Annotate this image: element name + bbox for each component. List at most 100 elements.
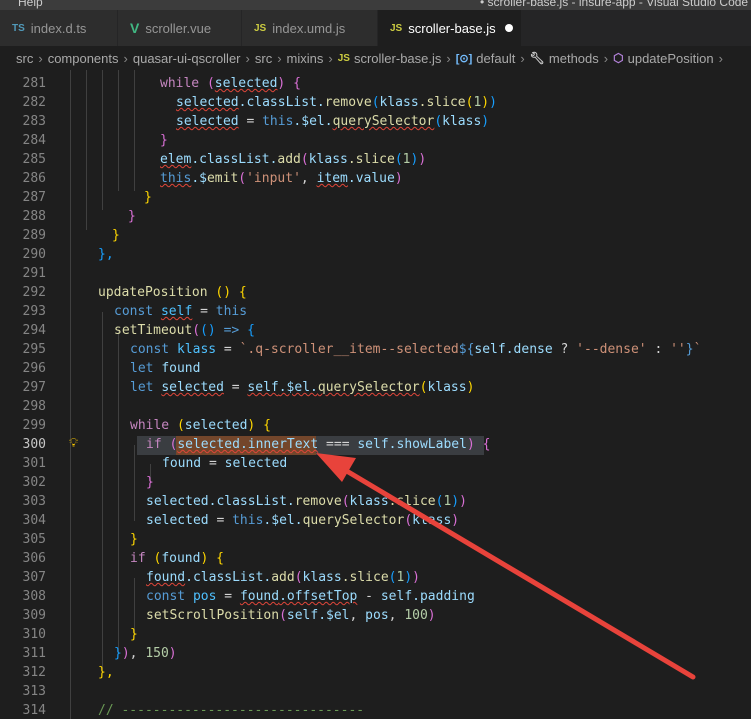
line-number: 305 [22,532,46,547]
line-number: 303 [22,494,46,509]
code-line-307: found.classList.add(klass.slice(1)) [146,570,420,585]
menu-help[interactable]: Help [18,0,43,9]
code-line-299: while (selected) { [130,418,271,433]
window-title: • scroller-base.js - insure-app - Visual… [480,0,749,9]
line-number: 300 [22,437,46,452]
line-number: 306 [22,551,46,566]
breadcrumb-symbol-label: default [476,50,516,66]
code-line-303: selected.classList.remove(klass.slice(1)… [146,494,467,509]
code-line-292: updatePosition () { [98,285,247,300]
code-editor[interactable]: 💡︎ 281 282 283 284 285 286 287 288 289 290 291 292 2… [0,70,751,719]
breadcrumb-item[interactable]: components [48,51,119,66]
breadcrumb-item[interactable]: src [255,51,272,66]
code-line-308: const pos = found.offsetTop - self.paddi… [146,589,475,604]
line-number: 298 [22,399,46,414]
indent-guide [102,312,103,673]
code-line-286: this.$emit('input', item.value) [160,171,403,186]
code-line-300: if (selected.innerText === self.showLabe… [146,437,491,452]
dirty-dot-icon[interactable] [504,24,513,32]
line-number: 297 [22,380,46,395]
line-number: 295 [22,342,46,357]
breadcrumb-item[interactable]: quasar-ui-qscroller [133,51,241,66]
line-number: 284 [22,133,46,148]
breadcrumb-symbol-label: updatePosition [627,50,714,66]
code-line-304: selected = this.$el.querySelector(klass) [146,513,460,528]
line-number: 285 [22,152,46,167]
breadcrumb-symbol-methods[interactable]: 🔧︎ methods [530,51,599,66]
line-number: 314 [22,703,46,718]
line-number: 308 [22,589,46,604]
line-number: 292 [22,285,46,300]
line-number: 281 [22,76,46,91]
line-number: 311 [22,646,46,661]
code-line-312: }, [98,665,114,680]
line-number: 283 [22,114,46,129]
breadcrumb-symbol-label: methods [548,50,599,66]
line-number: 307 [22,570,46,585]
breadcrumb-item[interactable]: src [16,51,33,66]
breadcrumb-symbol-update-position[interactable]: ⬡ updatePosition [613,51,714,66]
code-line-305: } [130,532,138,547]
code-line-301: found = selected [162,456,288,471]
lightbulb-icon[interactable]: 💡︎ [69,436,78,451]
code-line-284: } [160,133,168,148]
indent-guide [118,331,119,654]
chevron-right-icon: › [718,50,723,66]
line-number: 301 [22,456,46,471]
code-line-293: const self = this [114,304,248,319]
line-number: 313 [22,684,46,699]
object-icon: [⊙] [455,52,473,65]
code-line-296: let found [130,361,201,376]
line-number: 290 [22,247,46,262]
code-line-295: const klass = `.q-scroller__item--select… [130,342,702,357]
code-line-288: } [128,209,136,224]
indent-guide [70,70,71,719]
code-line-314: // ------------------------------- [98,703,365,718]
line-number: 294 [22,323,46,338]
code-line-310: } [130,627,138,642]
line-number: 312 [22,665,46,680]
code-line-306: if (found) { [130,551,224,566]
typescript-icon: TS [12,22,25,34]
chevron-right-icon: › [603,50,609,66]
code-line-297: let selected = self.$el.querySelector(kl… [130,380,475,395]
line-number: 288 [22,209,46,224]
breadcrumb-file[interactable]: JS scroller-base.js [338,51,442,66]
tab-label: index.d.ts [30,20,87,36]
code-line-302: } [146,475,154,490]
code-line-290: }, [98,247,114,262]
vue-icon: V [130,20,140,36]
title-bar: Help • scroller-base.js - insure-app - V… [0,0,751,10]
breadcrumb: src › components › quasar-ui-qscroller ›… [0,46,751,70]
javascript-icon: JS [390,22,403,34]
breadcrumb-item[interactable]: mixins [287,51,324,66]
code-line-282: selected.classList.remove(klass.slice(1)… [176,95,497,110]
tab-label: index.umd.js [272,20,346,36]
tab-label: scroller-base.js [408,20,496,36]
line-number: 296 [22,361,46,376]
cube-icon: ⬡ [613,51,624,65]
code-line-285: elem.classList.add(klass.slice(1)) [160,152,427,167]
line-number: 309 [22,608,46,623]
tab-scroller-vue[interactable]: V scroller.vue [118,10,242,46]
indent-guide [102,70,103,210]
line-number: 289 [22,228,46,243]
line-number: 299 [22,418,46,433]
tab-index-umd-js[interactable]: JS index.umd.js [242,10,378,46]
chevron-right-icon: › [38,50,43,66]
code-line-294: setTimeout(() => { [114,323,255,338]
chevron-right-icon: › [520,50,525,66]
code-line-289: } [112,228,120,243]
tab-index-d-ts[interactable]: TS index.d.ts [0,10,118,46]
breadcrumb-symbol-default[interactable]: [⊙] default [456,51,516,66]
chevron-right-icon: › [446,50,451,66]
indent-guide [134,70,135,191]
line-number: 310 [22,627,46,642]
editor-tabs: TS index.d.ts V scroller.vue JS index.um… [0,10,751,46]
wrench-icon: 🔧︎ [529,51,545,65]
tab-label: scroller.vue [145,20,212,36]
code-line-309: setScrollPosition(self.$el, pos, 100) [146,608,436,623]
indent-guide [134,445,135,521]
tab-scroller-base-js[interactable]: JS scroller-base.js [378,10,522,46]
line-number: 293 [22,304,46,319]
